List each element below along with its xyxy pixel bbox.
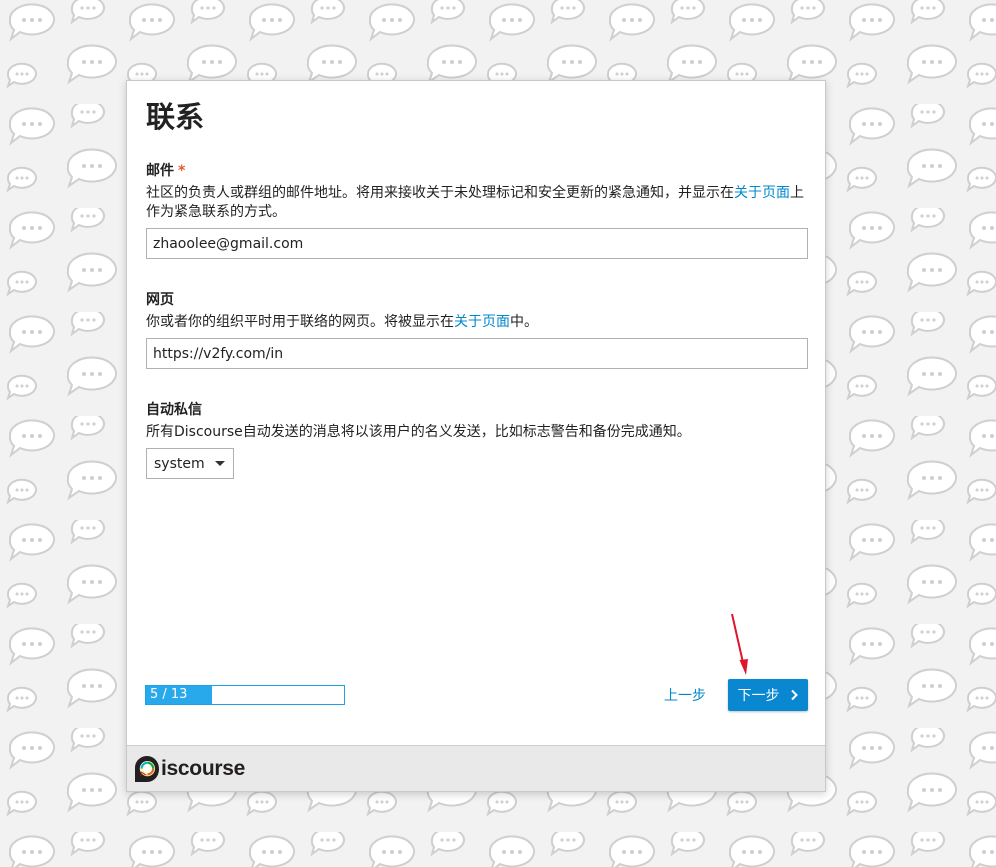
chevron-right-icon xyxy=(790,689,798,701)
email-field-group: 邮件 * 社区的负责人或群组的邮件地址。将用来接收关于未处理标记和安全更新的紧急通… xyxy=(146,161,808,259)
required-mark: * xyxy=(178,163,186,179)
progress-text: 5 / 13 xyxy=(150,687,188,702)
next-button[interactable]: 下一步 xyxy=(728,679,808,711)
about-page-link[interactable]: 关于页面 xyxy=(454,314,510,330)
next-button-label: 下一步 xyxy=(737,688,780,704)
pm-field-group: 自动私信 所有Discourse自动发送的消息将以该用户的名义发送，比如标志警告… xyxy=(146,400,808,479)
website-desc-text: 你或者你的组织平时用于联络的网页。将被显示在 xyxy=(146,314,454,330)
back-button[interactable]: 上一步 xyxy=(664,686,706,706)
website-field-group: 网页 你或者你的组织平时用于联络的网页。将被显示在关于页面中。 xyxy=(146,290,808,369)
pm-user-select[interactable]: system xyxy=(146,448,234,479)
email-desc-text: 社区的负责人或群组的邮件地址。将用来接收关于未处理标记和安全更新的紧急通知，并显… xyxy=(146,185,734,201)
email-label-text: 邮件 xyxy=(146,163,174,179)
caret-down-icon xyxy=(214,461,225,466)
email-description: 社区的负责人或群组的邮件地址。将用来接收关于未处理标记和安全更新的紧急通知，并显… xyxy=(146,184,808,222)
wizard-card: 联系 邮件 * 社区的负责人或群组的邮件地址。将用来接收关于未处理标记和安全更新的… xyxy=(126,80,826,792)
website-input[interactable] xyxy=(146,338,808,369)
email-label: 邮件 * xyxy=(146,161,808,181)
step-title: 联系 xyxy=(146,100,205,134)
discourse-logo-icon xyxy=(135,756,159,782)
website-desc-text-after: 中。 xyxy=(510,314,538,330)
step-progress-bar: 5 / 13 xyxy=(145,685,345,705)
wizard-footer: iscourse xyxy=(127,745,825,791)
logo-wordmark: iscourse xyxy=(161,757,245,780)
email-input[interactable] xyxy=(146,228,808,259)
pm-label: 自动私信 xyxy=(146,402,202,418)
website-label: 网页 xyxy=(146,292,174,308)
pm-user-selected: system xyxy=(154,455,205,472)
discourse-logo: iscourse xyxy=(134,755,245,783)
website-description: 你或者你的组织平时用于联络的网页。将被显示在关于页面中。 xyxy=(146,313,808,332)
pm-description: 所有Discourse自动发送的消息将以该用户的名义发送，比如标志警告和备份完成… xyxy=(146,424,691,440)
about-page-link[interactable]: 关于页面 xyxy=(734,185,790,201)
